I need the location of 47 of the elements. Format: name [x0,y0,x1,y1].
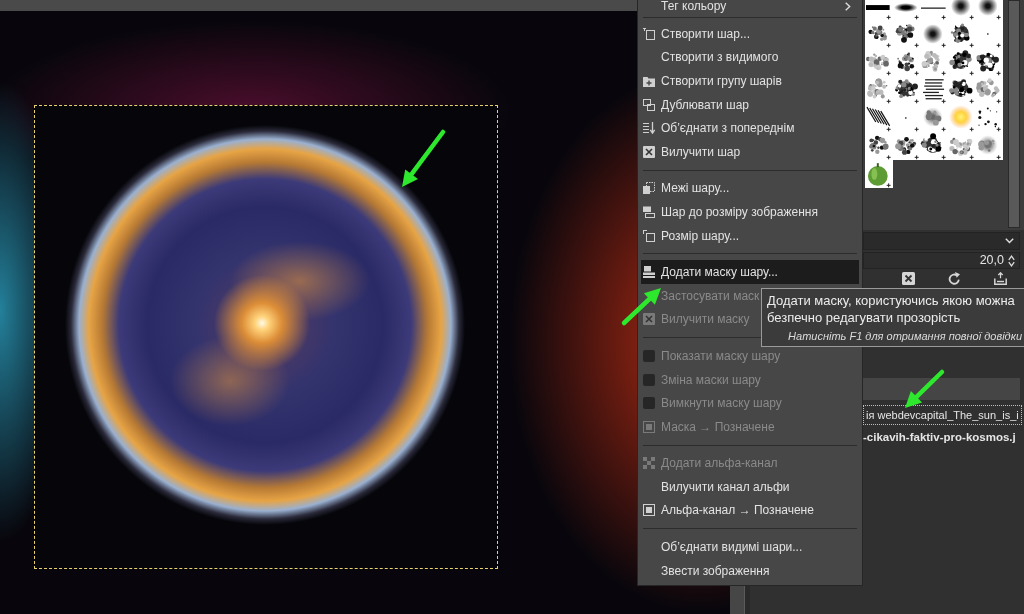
dropdown-field[interactable] [863,232,1020,250]
menu-item[interactable]: Вилучити шар [641,139,859,164]
menu-item[interactable]: Додати маску шару... [641,260,859,284]
boxed-x-icon [643,313,655,326]
tooltip-text: Додати маску, користуючись якою можна безпечно редагувати прозорість [767,292,1016,326]
layer-mask-icon [643,266,655,279]
corner-square-icon [643,229,655,242]
vertical-scrollbar[interactable] [730,586,745,614]
number-field[interactable]: 20,0 [863,252,1020,269]
menu-item[interactable]: Дублювати шар [641,92,859,117]
vertical-scrollbar[interactable] [1008,0,1020,228]
menu-item[interactable]: Альфа-канал → Позначене [641,498,859,523]
menu-item[interactable]: Вилучити канал альфи [641,475,859,499]
spin-arrows-icon[interactable] [1008,254,1015,267]
chevron-down-icon [1005,238,1014,244]
folder-plus-icon [643,75,655,87]
menu-item[interactable]: Створити з видимого [641,45,859,70]
boxed-x-icon [643,145,655,158]
annotation-arrow [402,129,446,187]
framed-square-icon [643,420,655,433]
annotation-arrow [621,288,661,326]
image-filename: -cikavih-faktiv-pro-kosmos.j [863,430,1016,445]
stacked-bars-icon [643,205,655,218]
boxed-x-icon[interactable] [902,272,915,285]
annotation-arrow [905,369,945,408]
menu-item[interactable]: Розмір шару... [641,223,859,248]
menu-item[interactable]: Створити групу шарів [641,69,859,93]
chevron-right-icon [845,2,851,11]
checkerboard-icon [643,457,655,470]
overlapping-squares-icon [643,98,655,111]
menu-item[interactable]: Шар до розміру зображення [641,200,859,224]
brush-icon[interactable] [975,0,1003,20]
menu-item[interactable]: Об’єднати видимі шари... [641,535,859,559]
dashed-square-icon [643,182,655,195]
menu-item[interactable]: Звести зображення [641,558,859,583]
lines-arrow-icon [643,122,655,135]
tray-arrow-icon[interactable] [994,272,1007,285]
menu-item[interactable]: Створити шар... [641,22,859,46]
brush-icon[interactable] [865,0,893,20]
menu-item[interactable]: Об’єднати з попереднім [641,116,859,140]
tooltip-hint: Натисніть F1 для отримання повної довідки [787,330,1022,343]
menu-item[interactable]: Тег кольору [641,0,859,13]
brush-icon[interactable] [920,132,948,160]
framed-square-icon [643,504,655,517]
page-icon [643,27,655,40]
menu-item[interactable]: Межі шару... [641,176,859,201]
refresh-icon[interactable] [948,272,961,285]
